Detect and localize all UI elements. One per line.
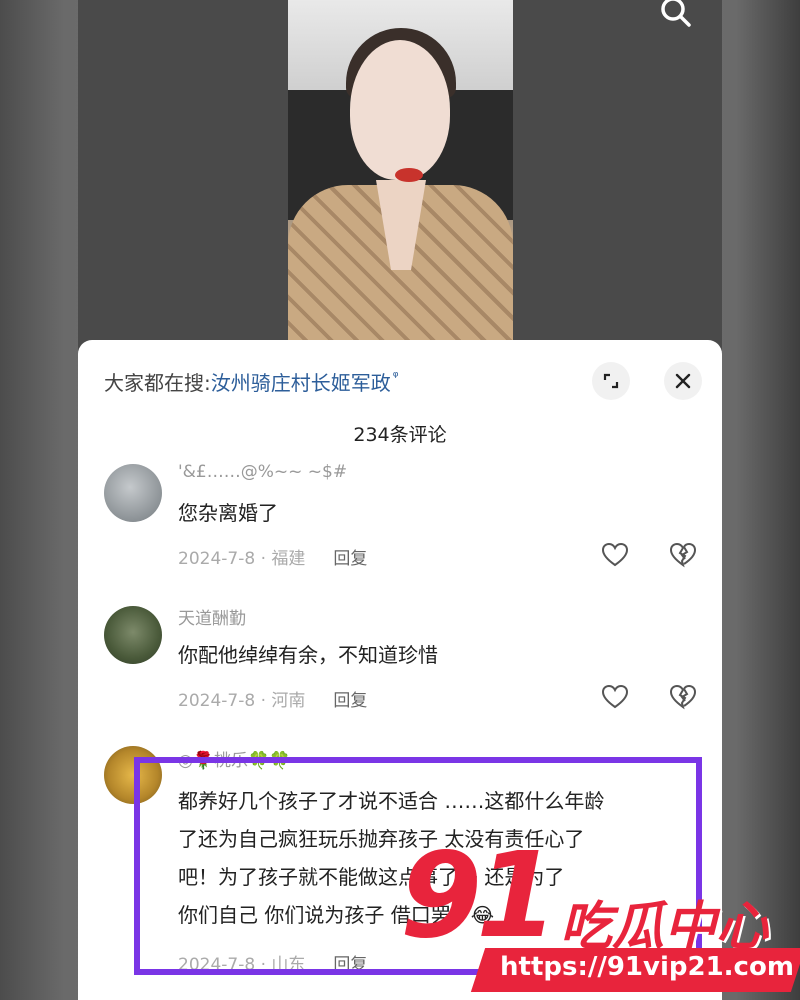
close-button[interactable]	[664, 362, 702, 400]
search-small-icon: ᵠ	[392, 369, 399, 385]
watermark: 91 吃瓜中心 https://91vip21.com	[400, 830, 800, 1000]
comment-text: 您杂离婚了	[178, 501, 278, 525]
search-button[interactable]	[656, 0, 696, 32]
comment-date-location: 2024-7-8 · 福建	[178, 549, 306, 569]
video-person-lips	[395, 168, 423, 182]
comment-username[interactable]: 天道酬勤	[178, 604, 246, 629]
search-suggestion[interactable]: 大家都在搜: 汝州骑庄村长姬军政 ᵠ	[104, 366, 399, 396]
dislike-icon[interactable]	[668, 540, 698, 570]
comment-item: 天道酬勤 你配他绰绰有余，不知道珍惜 2024-7-8 · 河南 回复	[104, 604, 704, 734]
heart-icon[interactable]	[600, 540, 630, 570]
video-player[interactable]	[288, 0, 513, 340]
dislike-icon[interactable]	[668, 682, 698, 712]
search-suggestion-keyword[interactable]: 汝州骑庄村长姬军政	[211, 367, 391, 396]
comment-date-location: 2024-7-8 · 河南	[178, 691, 306, 711]
expand-icon	[603, 373, 619, 389]
close-icon	[675, 373, 691, 389]
video-person-face	[350, 40, 450, 180]
avatar[interactable]	[104, 464, 162, 522]
search-suggestion-label: 大家都在搜:	[104, 370, 211, 395]
comment-meta: 2024-7-8 · 福建 回复	[178, 544, 367, 569]
expand-button[interactable]	[592, 362, 630, 400]
comment-count: 234条评论	[353, 424, 447, 446]
comment-username[interactable]: '&£……@%~~ ~$#	[178, 462, 347, 482]
avatar[interactable]	[104, 606, 162, 664]
watermark-url: https://91vip21.com	[500, 952, 794, 982]
reply-button[interactable]: 回复	[333, 686, 367, 711]
comment-meta: 2024-7-8 · 河南 回复	[178, 686, 367, 711]
comment-item: '&£……@%~~ ~$# 您杂离婚了 2024-7-8 · 福建 回复	[104, 462, 704, 592]
reply-button[interactable]: 回复	[333, 544, 367, 569]
watermark-number: 91	[400, 826, 558, 964]
heart-icon[interactable]	[600, 682, 630, 712]
comment-text: 你配他绰绰有余，不知道珍惜	[178, 643, 438, 667]
search-icon	[661, 0, 691, 27]
